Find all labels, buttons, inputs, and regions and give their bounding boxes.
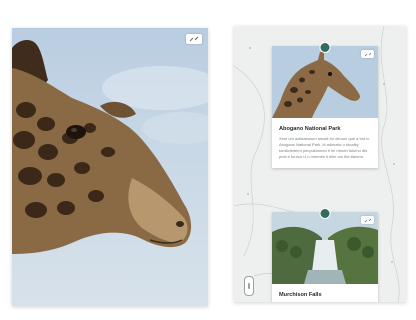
scroll-handle[interactable] — [244, 276, 254, 296]
location-thumbnail — [272, 46, 378, 118]
location-card[interactable]: Murchison Falls — [272, 208, 378, 302]
location-card[interactable]: Abogano National Park Xem um adistaboium… — [272, 42, 378, 168]
map-pin-icon[interactable] — [319, 208, 331, 219]
giraffe-photo-card[interactable] — [12, 28, 208, 306]
expand-button[interactable] — [361, 216, 374, 224]
expand-icon — [364, 218, 371, 222]
location-description: Xem um adistaboium amatil for dimum que … — [279, 136, 370, 159]
map-panel[interactable]: Abogano National Park Xem um adistaboium… — [234, 26, 406, 302]
map-pin-icon[interactable] — [319, 42, 331, 53]
location-title: Abogano National Park — [279, 126, 341, 132]
expand-icon — [189, 36, 199, 42]
giraffe-photo — [12, 40, 208, 254]
expand-icon — [364, 52, 371, 56]
expand-button[interactable] — [361, 50, 374, 58]
location-title: Murchison Falls — [279, 292, 322, 298]
location-thumbnail — [272, 212, 378, 284]
expand-button[interactable] — [186, 34, 202, 44]
